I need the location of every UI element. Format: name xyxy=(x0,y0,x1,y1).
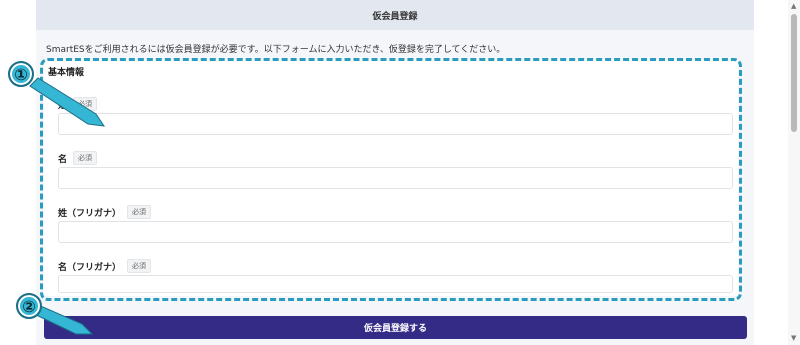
field-label-text: 名 xyxy=(58,154,68,165)
field-label-mei-kana: 名（フリガナ） 必須 xyxy=(58,259,152,273)
scroll-thumb[interactable] xyxy=(791,14,797,132)
mei-input[interactable] xyxy=(58,167,733,189)
field-label-mei: 名 必須 xyxy=(58,151,98,165)
page: 仮会員登録 SmartESをご利用されるには仮会員登録が必要です。以下フォームに… xyxy=(0,0,800,345)
scroll-down-icon[interactable]: ▼ xyxy=(791,334,796,342)
register-button[interactable]: 仮会員登録する xyxy=(44,316,747,339)
sei-kana-input[interactable] xyxy=(58,221,733,243)
sei-input[interactable] xyxy=(58,113,733,135)
required-badge: 必須 xyxy=(73,151,98,165)
field-label-sei: 姓 必須 xyxy=(58,97,98,111)
field-label-text: 姓 xyxy=(58,100,68,111)
annotation-badge-two: ② xyxy=(16,293,42,319)
required-badge: 必須 xyxy=(127,259,152,273)
field-label-text: 姓（フリガナ） xyxy=(58,208,122,219)
field-label-sei-kana: 姓（フリガナ） 必須 xyxy=(58,205,152,219)
intro-text: SmartESをご利用されるには仮会員登録が必要です。以下フォームに入力いただき… xyxy=(46,45,506,55)
scroll-up-icon[interactable]: ▲ xyxy=(791,2,796,10)
required-badge: 必須 xyxy=(127,205,152,219)
section-title: 基本情報 xyxy=(48,68,85,78)
required-badge: 必須 xyxy=(73,97,98,111)
mei-kana-input[interactable] xyxy=(58,275,733,293)
annotation-badge-one: ① xyxy=(8,61,34,87)
page-title: 仮会員登録 xyxy=(36,0,754,30)
field-label-text: 名（フリガナ） xyxy=(58,262,122,273)
